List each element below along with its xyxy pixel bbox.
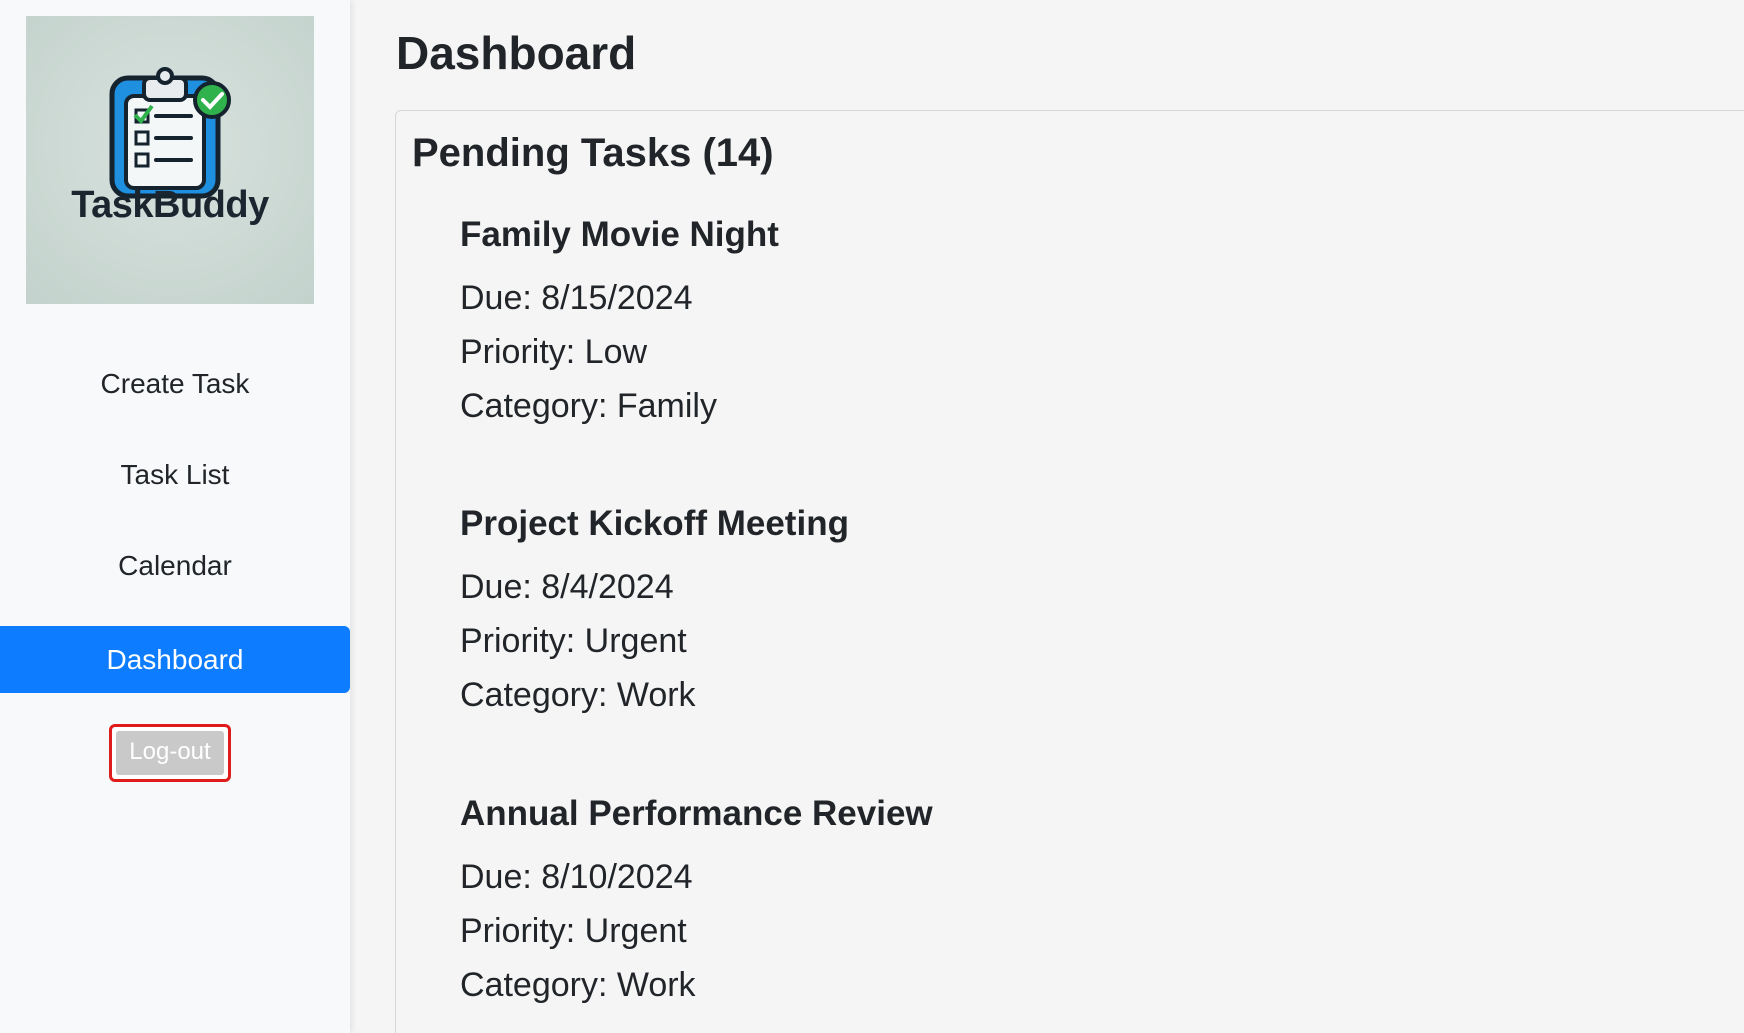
task-priority: Priority: Low — [460, 333, 648, 371]
clipboard-checklist-icon — [109, 67, 231, 199]
app-logo[interactable]: TaskBuddy — [26, 16, 314, 304]
task-due: Due: 8/4/2024 — [460, 568, 674, 606]
app-root: TaskBuddy Create Task Task List Calendar… — [0, 0, 1744, 1033]
nav-calendar[interactable]: Calendar — [0, 550, 350, 582]
task-name: Annual Performance Review — [460, 794, 933, 833]
sidebar: TaskBuddy Create Task Task List Calendar… — [0, 0, 350, 1033]
task-category: Category: Work — [460, 676, 696, 714]
task-due: Due: 8/15/2024 — [460, 279, 693, 317]
task-priority: Priority: Urgent — [460, 912, 687, 950]
task-name: Family Movie Night — [460, 215, 779, 254]
task-name: Project Kickoff Meeting — [460, 504, 849, 543]
task-item[interactable]: Family Movie Night Due: 8/15/2024 Priori… — [460, 215, 779, 437]
pending-tasks-card: Pending Tasks (14) Family Movie Night Du… — [395, 110, 1744, 1033]
nav-task-list[interactable]: Task List — [0, 459, 350, 491]
page-title: Dashboard — [396, 27, 637, 79]
task-category: Category: Family — [460, 387, 717, 425]
logout-button[interactable]: Log-out — [109, 724, 231, 782]
task-due: Due: 8/10/2024 — [460, 858, 693, 896]
task-priority: Priority: Urgent — [460, 622, 687, 660]
task-item[interactable]: Project Kickoff Meeting Due: 8/4/2024 Pr… — [460, 504, 849, 726]
logo-text: TaskBuddy — [71, 184, 269, 226]
nav-dashboard[interactable]: Dashboard — [0, 626, 350, 693]
logout-label: Log-out — [116, 731, 224, 775]
task-item[interactable]: Annual Performance Review Due: 8/10/2024… — [460, 794, 933, 1016]
task-category: Category: Work — [460, 966, 696, 1004]
nav-create-task[interactable]: Create Task — [0, 368, 350, 400]
pending-tasks-title: Pending Tasks (14) — [412, 131, 774, 175]
